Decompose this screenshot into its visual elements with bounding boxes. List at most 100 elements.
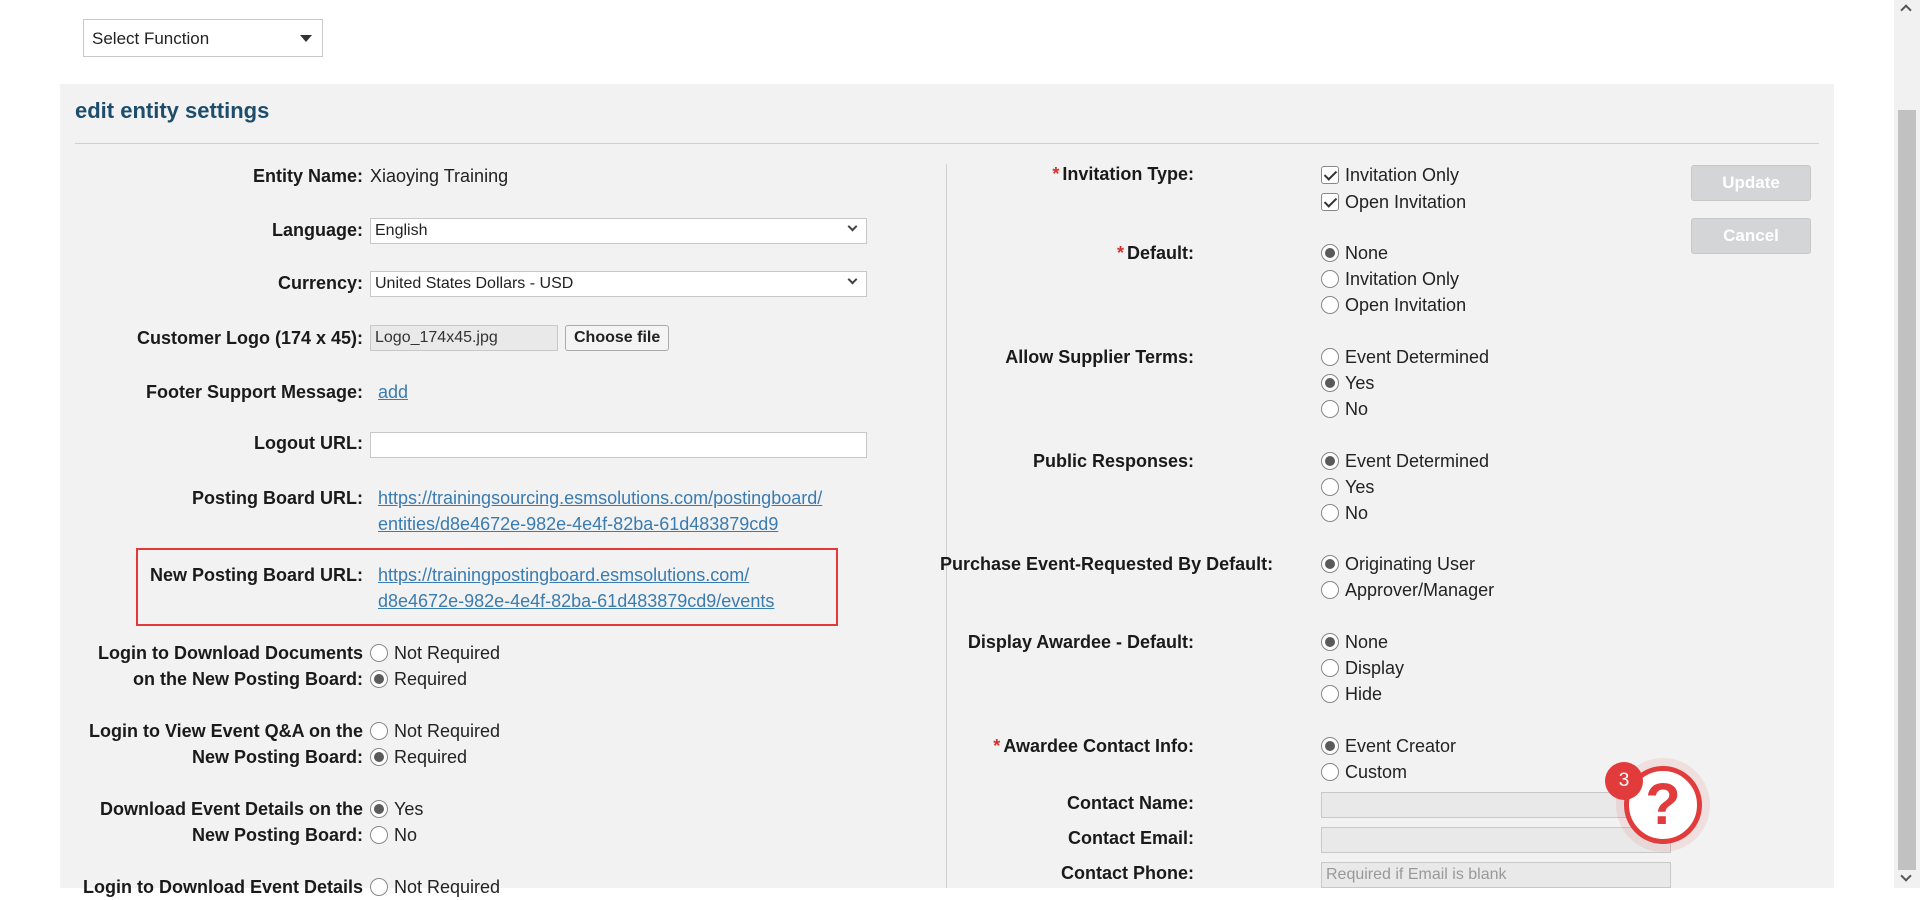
download-event-details-label-line2: New Posting Board: (191, 825, 363, 845)
login-download-event-details-not-required[interactable]: Not Required (370, 874, 500, 900)
radio-icon[interactable] (1321, 763, 1339, 781)
login-download-event-details-label: Login to Download Event Details (82, 877, 363, 897)
radio-icon[interactable] (1321, 504, 1339, 522)
option-label: Required (394, 747, 468, 767)
checkbox-checked-icon[interactable] (1321, 193, 1339, 211)
display-awardee-none[interactable]: None (1321, 629, 1388, 655)
open-invitation-checkbox[interactable]: Open Invitation (1321, 189, 1466, 215)
new-posting-board-link-line1[interactable]: https://trainingpostingboard.esmsolution… (378, 565, 749, 585)
radio-icon[interactable] (1321, 270, 1339, 288)
login-download-docs-not-required[interactable]: Not Required (370, 640, 500, 666)
login-view-qa-label: Login to View Event Q&A on the New Posti… (60, 718, 363, 770)
radio-icon[interactable] (1321, 581, 1339, 599)
scroll-down-icon[interactable] (1900, 870, 1912, 882)
radio-icon[interactable] (370, 878, 388, 896)
footer-add-link[interactable]: add (378, 382, 408, 402)
language-value: English (375, 222, 428, 239)
option-label: Not Required (394, 643, 501, 663)
update-button[interactable]: Update (1691, 165, 1811, 201)
radio-selected-icon[interactable] (370, 748, 388, 766)
login-view-qa-required[interactable]: Required (370, 744, 467, 770)
radio-icon[interactable] (1321, 296, 1339, 314)
download-event-details-yes[interactable]: Yes (370, 796, 423, 822)
default-none[interactable]: None (1321, 240, 1388, 266)
radio-icon[interactable] (370, 644, 388, 662)
display-awardee-hide[interactable]: Hide (1321, 681, 1382, 707)
login-download-docs-required[interactable]: Required (370, 666, 467, 692)
option-label: Event Determined (1345, 451, 1490, 471)
logout-url-input[interactable] (370, 432, 867, 458)
option-label: Invitation Only (1345, 165, 1460, 185)
chevron-down-icon (847, 274, 858, 285)
select-function-dropdown[interactable]: Select Function (83, 19, 323, 57)
posting-board-url: https://trainingsourcing.esmsolutions.co… (378, 485, 822, 537)
posting-board-link-line2[interactable]: entities/d8e4672e-982e-4e4f-82ba-61d4838… (378, 514, 778, 534)
radio-icon[interactable] (370, 722, 388, 740)
edit-entity-panel: edit entity settings Entity Name: Xiaoyi… (60, 84, 1834, 897)
contact-email-input[interactable] (1321, 827, 1671, 853)
radio-icon[interactable] (1321, 478, 1339, 496)
checkbox-checked-icon[interactable] (1321, 166, 1339, 184)
radio-selected-icon[interactable] (1321, 452, 1339, 470)
choose-file-button[interactable]: Choose file (565, 325, 670, 351)
radio-icon[interactable] (1321, 659, 1339, 677)
public-responses-no[interactable]: No (1321, 500, 1368, 526)
login-download-docs-label: Login to Download Documents on the New P… (60, 640, 363, 692)
radio-icon[interactable] (370, 826, 388, 844)
radio-selected-icon[interactable] (1321, 633, 1339, 651)
radio-selected-icon[interactable] (1321, 555, 1339, 573)
posting-board-label: Posting Board URL: (192, 488, 363, 508)
select-function-label: Select Function (92, 29, 210, 48)
contact-email-label: Contact Email: (1067, 828, 1194, 848)
radio-icon[interactable] (1321, 400, 1339, 418)
download-event-details-no[interactable]: No (370, 822, 417, 848)
radio-icon[interactable] (1321, 348, 1339, 366)
radio-selected-icon[interactable] (1321, 374, 1339, 392)
public-responses-event-determined[interactable]: Event Determined (1321, 448, 1489, 474)
display-awardee-display[interactable]: Display (1321, 655, 1404, 681)
new-posting-board-link-line2[interactable]: d8e4672e-982e-4e4f-82ba-61d483879cd9/eve… (378, 591, 774, 611)
radio-selected-icon[interactable] (1321, 737, 1339, 755)
radio-selected-icon[interactable] (370, 800, 388, 818)
display-awardee-label: Display Awardee - Default: (967, 632, 1194, 652)
option-label: Custom (1345, 762, 1408, 782)
posting-board-link-line1[interactable]: https://trainingsourcing.esmsolutions.co… (378, 488, 822, 508)
scroll-up-icon[interactable] (1900, 4, 1912, 16)
awardee-contact-custom[interactable]: Custom (1321, 759, 1407, 785)
column-divider (946, 164, 947, 888)
footer-support-label: Footer Support Message: (145, 382, 363, 402)
login-view-qa-label-line2: New Posting Board: (191, 747, 363, 767)
contact-phone-input[interactable]: Required if Email is blank (1321, 862, 1671, 888)
new-posting-board-url: https://trainingpostingboard.esmsolution… (378, 562, 774, 614)
cancel-button[interactable]: Cancel (1691, 218, 1811, 254)
option-label: Approver/Manager (1345, 580, 1495, 600)
default-invitation-only[interactable]: Invitation Only (1321, 266, 1459, 292)
language-select[interactable]: English (370, 218, 867, 244)
radio-selected-icon[interactable] (1321, 244, 1339, 262)
supplier-terms-yes[interactable]: Yes (1321, 370, 1374, 396)
login-view-qa-not-required[interactable]: Not Required (370, 718, 500, 744)
public-responses-yes[interactable]: Yes (1321, 474, 1374, 500)
invitation-only-checkbox[interactable]: Invitation Only (1321, 162, 1459, 188)
scroll-thumb[interactable] (1898, 110, 1916, 870)
option-label: None (1345, 243, 1389, 263)
login-download-docs-label-line1: Login to Download Documents (98, 643, 363, 663)
contact-name-label: Contact Name: (1066, 793, 1194, 813)
awardee-contact-label-text: Awardee Contact Info: (1003, 736, 1194, 756)
option-label: Required (394, 669, 468, 689)
currency-select[interactable]: United States Dollars - USD (370, 271, 867, 297)
caret-down-icon (300, 35, 312, 42)
option-label: Not Required (394, 877, 501, 897)
purchase-requested-originating-user[interactable]: Originating User (1321, 551, 1475, 577)
awardee-contact-event-creator[interactable]: Event Creator (1321, 733, 1456, 759)
purchase-requested-approver-manager[interactable]: Approver/Manager (1321, 577, 1494, 603)
vertical-scrollbar[interactable] (1894, 0, 1920, 888)
radio-selected-icon[interactable] (370, 670, 388, 688)
required-asterisk: * (1052, 164, 1060, 184)
supplier-terms-no[interactable]: No (1321, 396, 1368, 422)
radio-icon[interactable] (1321, 685, 1339, 703)
default-label: * Default: (940, 240, 1194, 266)
supplier-terms-event-determined[interactable]: Event Determined (1321, 344, 1489, 370)
default-open-invitation[interactable]: Open Invitation (1321, 292, 1466, 318)
panel-title: edit entity settings (75, 98, 270, 123)
